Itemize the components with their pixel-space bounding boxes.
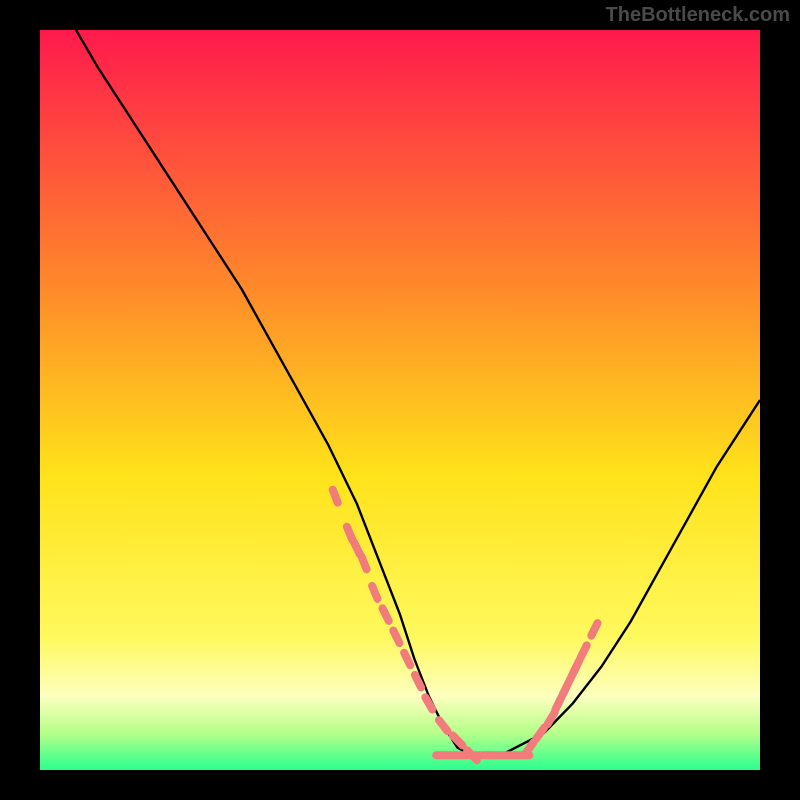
plot-background — [40, 30, 760, 770]
chart-container: TheBottleneck.com — [0, 0, 800, 800]
watermark-text: TheBottleneck.com — [606, 4, 790, 27]
chart-svg — [0, 0, 800, 800]
